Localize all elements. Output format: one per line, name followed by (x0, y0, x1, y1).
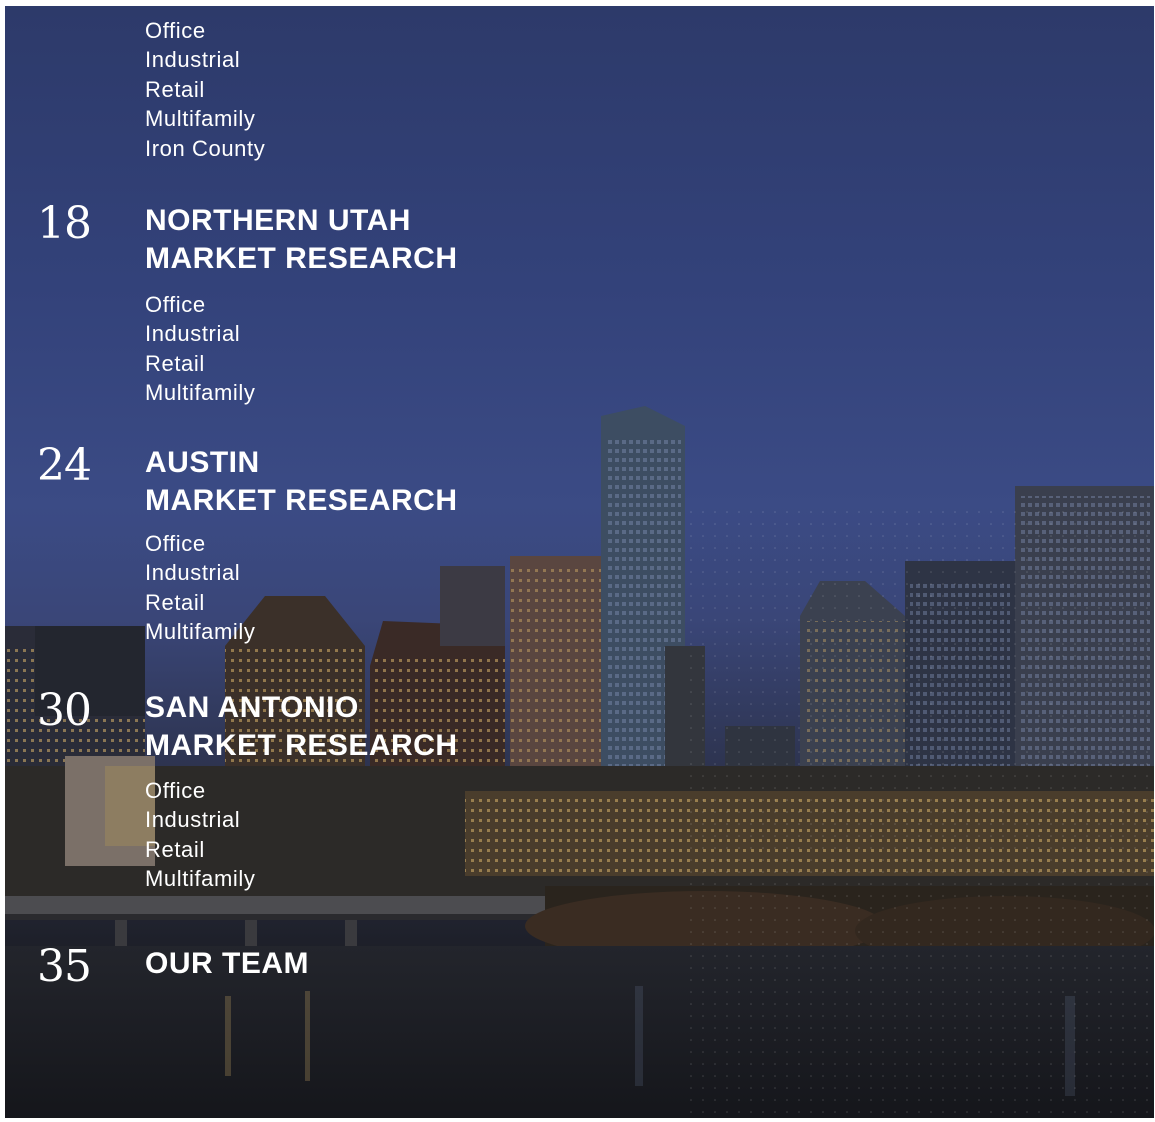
list-item[interactable]: Retail (145, 349, 256, 378)
section-title-line: MARKET RESEARCH (145, 484, 458, 517)
section-title[interactable]: SAN ANTONIO MARKET RESEARCH (145, 689, 458, 765)
page-number: 18 (37, 198, 92, 249)
list-item[interactable]: Industrial (145, 45, 265, 74)
section-title-line: SAN ANTONIO (145, 691, 359, 724)
section-title-line: OUR TEAM (145, 947, 309, 980)
section-list: Office Industrial Retail Multifamily (145, 776, 256, 894)
section-title[interactable]: AUSTIN MARKET RESEARCH (145, 444, 458, 520)
section-austin[interactable]: 24 AUSTIN MARKET RESEARCH Office Industr… (5, 444, 705, 654)
table-of-contents: Office Industrial Retail Multifamily Iro… (5, 6, 1154, 1118)
list-item[interactable]: Industrial (145, 805, 256, 834)
page-number: 24 (37, 440, 92, 491)
list-item[interactable]: Multifamily (145, 104, 265, 133)
section-title-line: AUSTIN (145, 446, 260, 479)
list-item[interactable]: Retail (145, 588, 256, 617)
list-item[interactable]: Retail (145, 835, 256, 864)
list-item[interactable]: Industrial (145, 558, 256, 587)
table-of-contents-page: Office Industrial Retail Multifamily Iro… (5, 6, 1154, 1118)
list-item[interactable]: Multifamily (145, 864, 256, 893)
list-item[interactable]: Office (145, 16, 265, 45)
page-number: 30 (37, 685, 92, 736)
section-title-line: MARKET RESEARCH (145, 729, 458, 762)
section-our-team[interactable]: 35 OUR TEAM (5, 945, 705, 1005)
list-item[interactable]: Multifamily (145, 617, 256, 646)
section-title[interactable]: NORTHERN UTAH MARKET RESEARCH (145, 202, 458, 278)
section-northern-utah[interactable]: 18 NORTHERN UTAH MARKET RESEARCH Office … (5, 202, 705, 412)
list-item[interactable]: Office (145, 290, 256, 319)
list-item[interactable]: Industrial (145, 319, 256, 348)
section-san-antonio[interactable]: 30 SAN ANTONIO MARKET RESEARCH Office In… (5, 689, 705, 899)
section-title-line: NORTHERN UTAH (145, 204, 411, 237)
section-list: Office Industrial Retail Multifamily (145, 529, 256, 647)
section-title-line: MARKET RESEARCH (145, 242, 458, 275)
list-item[interactable]: Multifamily (145, 378, 256, 407)
list-item[interactable]: Retail (145, 75, 265, 104)
list-item[interactable]: Iron County (145, 134, 265, 163)
list-item[interactable]: Office (145, 529, 256, 558)
page-number: 35 (37, 941, 92, 992)
previous-section-list: Office Industrial Retail Multifamily Iro… (145, 16, 265, 163)
section-title[interactable]: OUR TEAM (145, 945, 309, 983)
section-list: Office Industrial Retail Multifamily (145, 290, 256, 408)
list-item[interactable]: Office (145, 776, 256, 805)
